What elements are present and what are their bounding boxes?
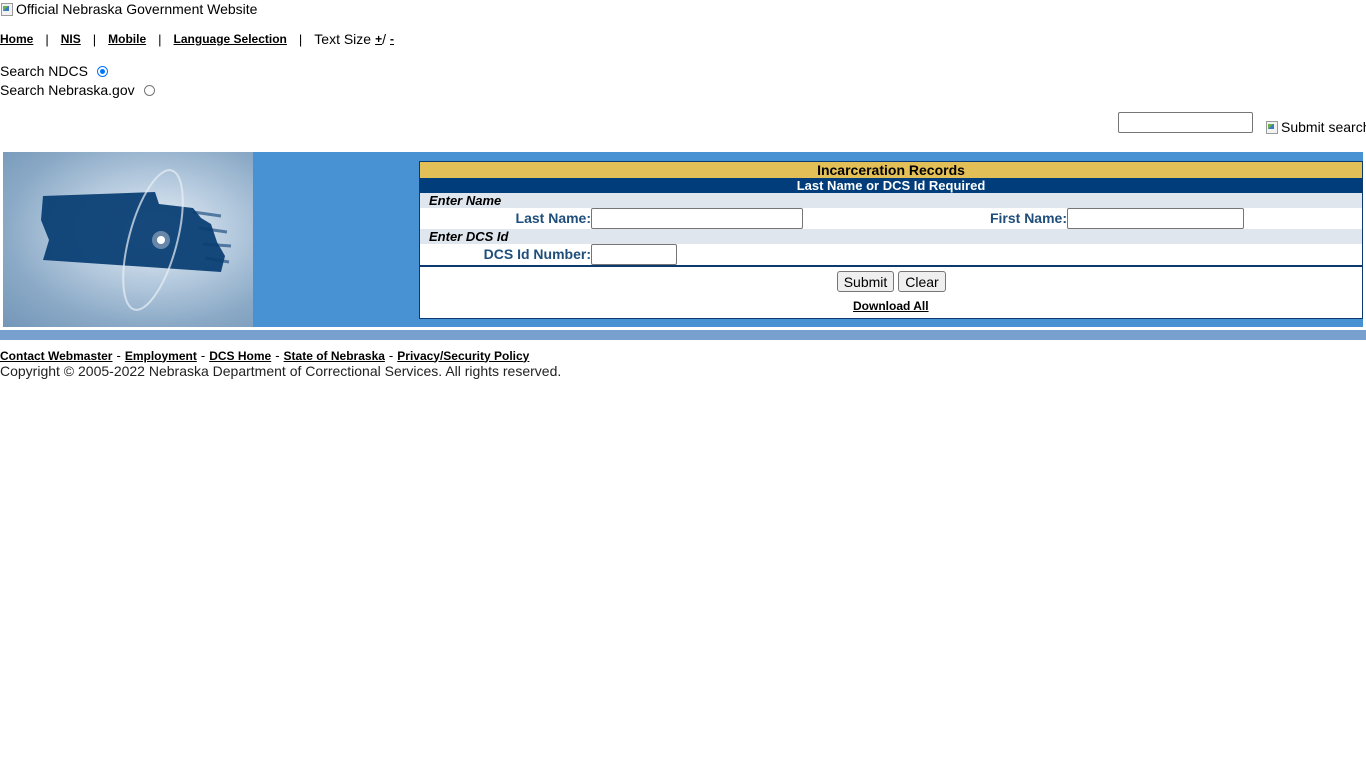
site-search-input[interactable]: [1118, 112, 1253, 133]
section-enter-name: Enter Name: [420, 193, 1362, 208]
submit-search-alt-text: Submit search: [1281, 118, 1366, 135]
search-nebraska-label: Search Nebraska.gov: [0, 82, 135, 98]
broken-image-icon: [0, 1, 14, 17]
search-nebraska-option[interactable]: Search Nebraska.gov: [0, 81, 155, 99]
broken-image-icon: [1265, 119, 1279, 135]
dcs-id-label: DCS Id Number:: [483, 246, 591, 262]
search-nebraska-radio[interactable]: [143, 84, 155, 96]
nav-nis-link[interactable]: NIS: [61, 32, 81, 46]
nebraska-map-icon: [41, 169, 232, 311]
contact-webmaster-link[interactable]: Contact Webmaster: [0, 349, 112, 363]
text-size-decrease-link[interactable]: -: [390, 32, 394, 46]
nav-separator: |: [298, 31, 303, 47]
nav-separator: |: [45, 31, 49, 47]
top-nav: Home | NIS | Mobile | Language Selection…: [0, 31, 394, 47]
state-logo[interactable]: Official Nebraska Government Website: [0, 0, 257, 17]
privacy-policy-link[interactable]: Privacy/Security Policy: [397, 349, 529, 363]
nav-separator: |: [158, 31, 162, 47]
footer-separator: -: [200, 348, 206, 363]
nav-mobile-link[interactable]: Mobile: [108, 32, 146, 46]
dcs-id-input[interactable]: [591, 244, 677, 265]
footer-bar: [0, 330, 1366, 340]
clear-button[interactable]: Clear: [898, 271, 946, 292]
first-name-label: First Name:: [989, 210, 1067, 226]
copyright-text: Copyright © 2005-2022 Nebraska Departmen…: [0, 363, 562, 379]
dcs-home-link[interactable]: DCS Home: [209, 349, 271, 363]
state-of-nebraska-link[interactable]: State of Nebraska: [284, 349, 385, 363]
search-ndcs-option[interactable]: Search NDCS: [0, 62, 108, 80]
text-size-label: Text Size: [314, 31, 372, 47]
submit-search-button[interactable]: Submit search: [1265, 118, 1366, 135]
footer-links: Contact Webmaster - Employment - DCS Hom…: [0, 348, 529, 363]
form-subtitle: Last Name or DCS Id Required: [420, 178, 1362, 193]
nebraska-banner-image: [3, 152, 253, 327]
footer-separator: -: [388, 348, 394, 363]
nav-separator: |: [92, 31, 97, 47]
nav-language-link[interactable]: Language Selection: [174, 32, 287, 46]
form-divider: [420, 265, 1362, 267]
footer-separator: -: [116, 348, 121, 363]
text-size-increase-link[interactable]: +: [375, 32, 382, 46]
search-ndcs-label: Search NDCS: [0, 63, 88, 79]
last-name-input[interactable]: [591, 208, 803, 229]
search-ndcs-radio[interactable]: [96, 65, 108, 77]
last-name-label: Last Name:: [515, 210, 591, 226]
download-all-link[interactable]: Download All: [853, 299, 929, 313]
text-size-slash: /: [382, 31, 386, 47]
footer-separator: -: [275, 348, 280, 363]
first-name-input[interactable]: [1067, 208, 1244, 229]
submit-button[interactable]: Submit: [837, 271, 894, 292]
state-logo-alt-text: Official Nebraska Government Website: [16, 0, 258, 17]
employment-link[interactable]: Employment: [125, 349, 197, 363]
form-title: Incarceration Records: [420, 162, 1362, 178]
section-enter-dcs-id: Enter DCS Id: [420, 229, 1362, 244]
nav-home-link[interactable]: Home: [0, 32, 33, 46]
